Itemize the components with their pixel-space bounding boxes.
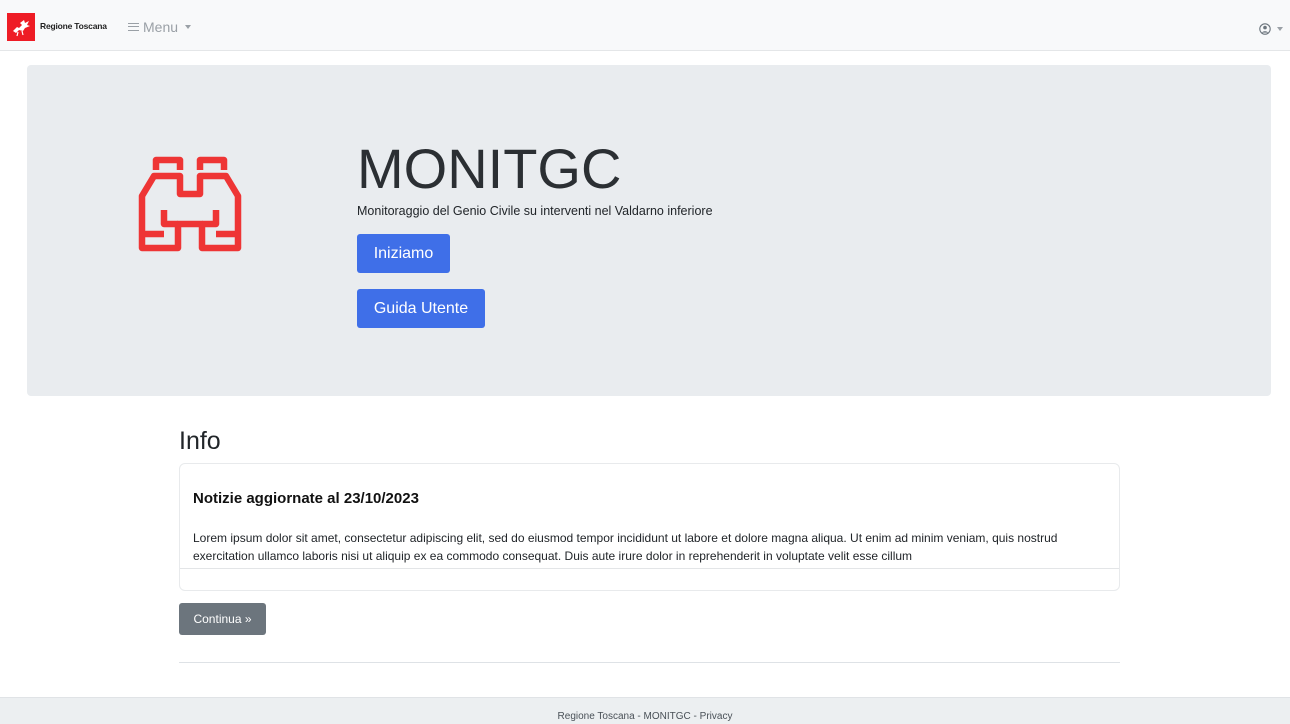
chevron-down-icon <box>1277 27 1283 31</box>
news-title: Notizie aggiornate al 23/10/2023 <box>193 490 419 507</box>
brand-name[interactable]: Regione Toscana <box>40 21 107 31</box>
news-body: Lorem ipsum dolor sit amet, consectetur … <box>193 531 1058 563</box>
hamburger-icon <box>128 23 139 31</box>
user-menu[interactable] <box>1259 23 1283 35</box>
footer-link-org[interactable]: Regione Toscana <box>558 711 635 722</box>
continue-button[interactable]: Continua » <box>179 603 266 635</box>
footer-link-privacy[interactable]: Privacy <box>700 711 733 722</box>
page-title: MONITGC <box>357 137 622 200</box>
info-heading: Info <box>179 427 221 455</box>
hero-jumbotron: MONITGC Monitoraggio del Genio Civile su… <box>27 65 1271 396</box>
news-card: Notizie aggiornate al 23/10/2023 Lorem i… <box>179 463 1120 591</box>
footer: Regione Toscana - MONITGC - Privacy <box>0 697 1290 724</box>
pegasus-logo-icon[interactable] <box>7 13 35 41</box>
card-divider <box>180 568 1119 569</box>
menu-toggle[interactable]: Menu <box>128 19 192 35</box>
user-circle-icon <box>1259 23 1271 35</box>
menu-label: Menu <box>143 19 179 35</box>
binoculars-icon <box>138 156 242 252</box>
footer-separator: - <box>634 711 644 722</box>
top-navbar: Regione Toscana Menu <box>0 0 1290 51</box>
section-divider <box>179 662 1120 663</box>
chevron-down-icon <box>185 25 192 29</box>
start-button[interactable]: Iniziamo <box>357 234 450 273</box>
footer-link-app[interactable]: MONITGC <box>644 711 691 722</box>
page-subtitle: Monitoraggio del Genio Civile su interve… <box>357 204 713 218</box>
user-guide-button[interactable]: Guida Utente <box>357 289 485 328</box>
footer-separator: - <box>690 711 700 722</box>
